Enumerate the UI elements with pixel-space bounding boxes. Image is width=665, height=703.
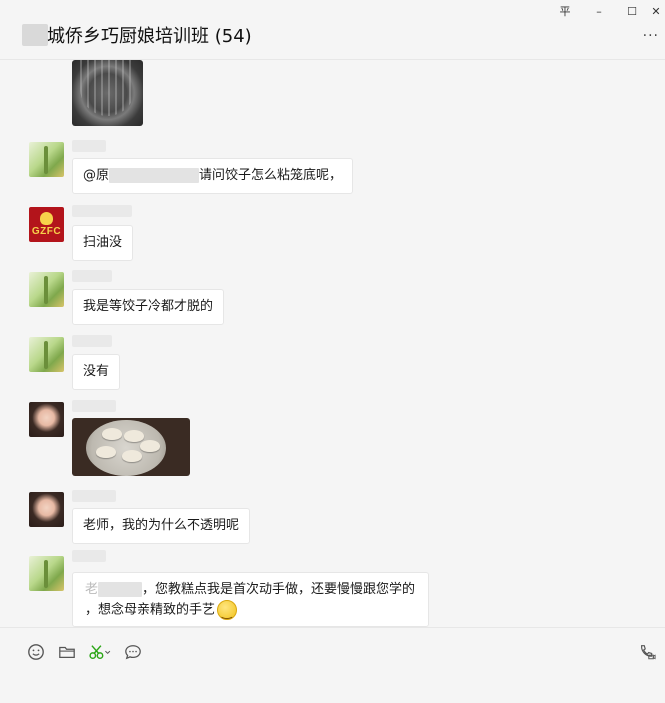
minimize-button[interactable]: – bbox=[591, 5, 607, 19]
more-options-button[interactable]: ··· bbox=[643, 28, 659, 44]
message-text: ，您教糕点我是首次动手做，还要慢慢跟您学的 bbox=[142, 582, 416, 597]
chat-title: 城侨乡巧厨娘培训班 (54) bbox=[47, 26, 252, 47]
pin-button[interactable]: 平 bbox=[557, 5, 573, 19]
close-button[interactable]: ✕ bbox=[648, 5, 664, 19]
avatar[interactable] bbox=[29, 402, 64, 437]
message-text: 扫油没 bbox=[83, 235, 123, 250]
chat-bubble-icon[interactable] bbox=[123, 642, 143, 662]
dumpling-shape bbox=[96, 446, 116, 458]
avatar[interactable] bbox=[29, 337, 64, 372]
message-bubble[interactable]: 没有 bbox=[72, 354, 121, 390]
message-text: 我是等饺子冷都才脱的 bbox=[83, 299, 214, 314]
avatar[interactable] bbox=[29, 272, 64, 307]
message-text: ，想念母亲精致的手艺 bbox=[85, 602, 216, 618]
folder-icon[interactable] bbox=[57, 642, 77, 662]
avatar-text: GZFC bbox=[31, 226, 62, 237]
sender-name-redaction bbox=[72, 205, 132, 217]
message-list[interactable]: @原 请问饺子怎么粘笼底呢， GZFC 扫油没 我是等饺子冷都才脱的 没有 老师… bbox=[0, 60, 665, 627]
sender-name-redaction bbox=[72, 550, 106, 562]
message-bubble[interactable]: @原 请问饺子怎么粘笼底呢， bbox=[72, 158, 354, 194]
title-redaction bbox=[22, 24, 48, 46]
smile-emoji-icon bbox=[217, 600, 238, 622]
message-bubble[interactable]: 扫油没 bbox=[72, 225, 134, 261]
title-bar: 城侨乡巧厨娘培训班 (54) 平 – ☐ ✕ ··· bbox=[0, 0, 665, 60]
sender-name-redaction bbox=[72, 140, 106, 152]
dumpling-shape bbox=[140, 440, 160, 452]
sender-name-redaction bbox=[72, 490, 116, 502]
message-bubble[interactable]: 我是等饺子冷都才脱的 bbox=[72, 289, 225, 325]
avatar[interactable] bbox=[29, 556, 64, 591]
avatar[interactable] bbox=[29, 492, 64, 527]
message-bubble[interactable]: 老师，我的为什么不透明呢 bbox=[72, 508, 251, 544]
message-text: 老师，我的为什么不透明呢 bbox=[83, 518, 240, 533]
message-prefix: 老 bbox=[85, 582, 99, 597]
sender-name-redaction bbox=[72, 400, 116, 412]
sender-name-redaction bbox=[72, 335, 112, 347]
mention-text: @原 bbox=[83, 168, 110, 183]
message-text: 请问饺子怎么粘笼底呢， bbox=[199, 168, 343, 183]
message-text: 没有 bbox=[83, 364, 110, 379]
scissors-icon[interactable] bbox=[86, 642, 114, 662]
message-bubble[interactable]: 老 ，您教糕点我是首次动手做，还要慢慢跟您学的 ，想念母亲精致的手艺 bbox=[72, 572, 429, 627]
image-message[interactable] bbox=[72, 60, 143, 126]
redaction bbox=[98, 582, 143, 597]
phone-video-icon[interactable] bbox=[637, 642, 657, 662]
maximize-button[interactable]: ☐ bbox=[624, 5, 640, 19]
input-toolbar bbox=[0, 627, 665, 703]
dumpling-shape bbox=[122, 450, 142, 462]
avatar[interactable]: GZFC bbox=[29, 207, 64, 242]
sender-name-redaction bbox=[72, 270, 112, 282]
dumpling-shape bbox=[124, 430, 144, 442]
emoji-icon[interactable] bbox=[26, 642, 46, 662]
image-message[interactable] bbox=[72, 418, 190, 476]
dumpling-shape bbox=[102, 428, 122, 440]
avatar[interactable] bbox=[29, 142, 64, 177]
redaction bbox=[109, 168, 200, 183]
